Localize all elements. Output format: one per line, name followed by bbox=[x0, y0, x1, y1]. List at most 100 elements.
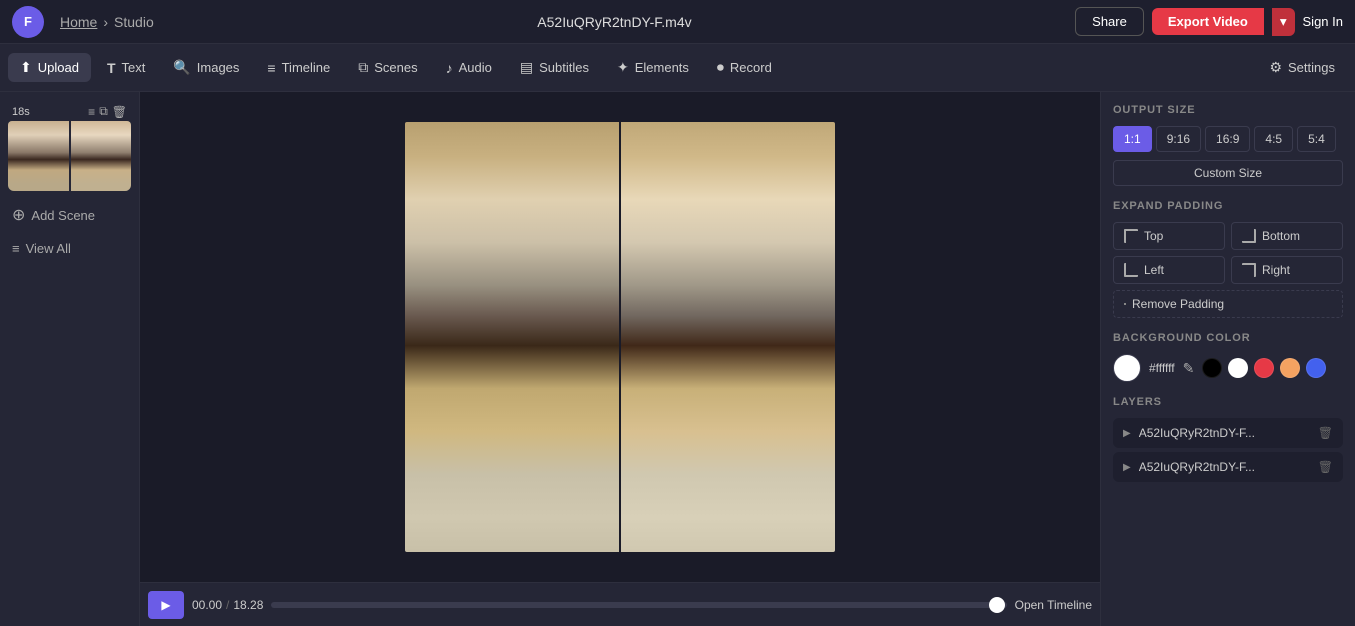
left-corner-icon bbox=[1124, 263, 1138, 277]
breadcrumb-home[interactable]: Home bbox=[60, 14, 97, 30]
upload-icon: ⬆ bbox=[20, 59, 32, 76]
video-left bbox=[405, 122, 619, 552]
color-hex-value: #ffffff bbox=[1149, 361, 1175, 375]
play-button[interactable]: ▶ bbox=[148, 591, 184, 619]
remove-padding-button[interactable]: Remove Padding bbox=[1113, 290, 1343, 318]
swatch-red[interactable] bbox=[1254, 358, 1274, 378]
layer-play-icon: ▶ bbox=[1123, 428, 1131, 439]
settings-icon: ⚙ bbox=[1269, 59, 1282, 76]
signin-button[interactable]: Sign In bbox=[1303, 14, 1343, 29]
size-btn-1-1[interactable]: 1:1 bbox=[1113, 126, 1152, 152]
main-area: 18s ≡ ⧉ 🗑 ⊕ Add Scene ≡ View bbox=[0, 92, 1355, 626]
layer-name-1: A52IuQRyR2tnDY-F... bbox=[1139, 426, 1310, 440]
custom-size-button[interactable]: Custom Size bbox=[1113, 160, 1343, 186]
layers-title: LAYERS bbox=[1113, 396, 1343, 408]
add-scene-button[interactable]: ⊕ Add Scene bbox=[8, 199, 131, 231]
text-button[interactable]: T Text bbox=[95, 54, 157, 82]
images-button[interactable]: 🔍 Images bbox=[161, 53, 251, 82]
timeline-icon: ≡ bbox=[267, 60, 275, 76]
export-button[interactable]: Export Video bbox=[1152, 8, 1264, 35]
layer-delete-button-1[interactable]: 🗑 bbox=[1318, 426, 1333, 440]
time-separator: / bbox=[226, 598, 229, 612]
canvas-area bbox=[140, 92, 1100, 582]
scene-thumb-2 bbox=[71, 121, 132, 191]
breadcrumb-separator: › bbox=[103, 14, 108, 30]
record-label: Record bbox=[730, 60, 772, 75]
swatch-black[interactable] bbox=[1202, 358, 1222, 378]
progress-bar[interactable] bbox=[271, 602, 1006, 608]
scene-icons: ≡ ⧉ 🗑 bbox=[88, 104, 127, 119]
size-btn-5-4[interactable]: 5:4 bbox=[1297, 126, 1336, 152]
text-icon: T bbox=[107, 60, 116, 76]
layer-item[interactable]: ▶ A52IuQRyR2tnDY-F... 🗑 bbox=[1113, 418, 1343, 448]
bottom-corner-icon bbox=[1242, 229, 1256, 243]
size-btn-16-9[interactable]: 16:9 bbox=[1205, 126, 1250, 152]
total-time: 18.28 bbox=[233, 598, 263, 612]
right-label: Right bbox=[1262, 263, 1290, 277]
breadcrumb: Home › Studio bbox=[60, 14, 154, 30]
expand-bottom-button[interactable]: Bottom bbox=[1231, 222, 1343, 250]
layer-delete-button-2[interactable]: 🗑 bbox=[1318, 460, 1333, 474]
settings-button[interactable]: ⚙ Settings bbox=[1257, 53, 1347, 82]
elements-button[interactable]: ✦ Elements bbox=[605, 53, 701, 82]
record-button[interactable]: ⏺ Record bbox=[705, 53, 784, 82]
elements-icon: ✦ bbox=[617, 59, 629, 76]
scene-delete-icon[interactable]: 🗑 bbox=[112, 104, 127, 119]
scene-card[interactable]: 18s ≡ ⧉ 🗑 bbox=[8, 100, 131, 191]
header: F Home › Studio A52IuQRyR2tnDY-F.m4v Sha… bbox=[0, 0, 1355, 44]
top-corner-icon bbox=[1124, 229, 1138, 243]
size-buttons: 1:1 9:16 16:9 4:5 5:4 bbox=[1113, 126, 1343, 152]
scene-list-icon[interactable]: ≡ bbox=[88, 104, 95, 119]
record-icon: ⏺ bbox=[717, 59, 724, 76]
expand-right-button[interactable]: Right bbox=[1231, 256, 1343, 284]
progress-thumb[interactable] bbox=[989, 597, 1005, 613]
expand-left-button[interactable]: Left bbox=[1113, 256, 1225, 284]
layer-name-2: A52IuQRyR2tnDY-F... bbox=[1139, 460, 1310, 474]
video-right bbox=[621, 122, 835, 552]
scene-thumb-1 bbox=[8, 121, 69, 191]
color-swatches bbox=[1202, 358, 1326, 378]
remove-padding-label: Remove Padding bbox=[1132, 297, 1224, 311]
timeline-button[interactable]: ≡ Timeline bbox=[255, 54, 342, 82]
output-size-title: OUTPUT SIZE bbox=[1113, 104, 1343, 116]
left-panel: 18s ≡ ⧉ 🗑 ⊕ Add Scene ≡ View bbox=[0, 92, 140, 626]
subtitles-icon: ▤ bbox=[520, 59, 533, 76]
swatch-orange[interactable] bbox=[1280, 358, 1300, 378]
color-preview[interactable] bbox=[1113, 354, 1141, 382]
play-icon: ▶ bbox=[161, 598, 170, 612]
upload-button[interactable]: ⬆ Upload bbox=[8, 53, 91, 82]
audio-button[interactable]: ♪ Audio bbox=[434, 54, 504, 82]
share-button[interactable]: Share bbox=[1075, 7, 1144, 36]
open-timeline-button[interactable]: Open Timeline bbox=[1015, 598, 1092, 612]
view-all-label: View All bbox=[26, 241, 71, 256]
add-scene-icon: ⊕ bbox=[12, 205, 25, 225]
header-actions: Share Export Video ▾ Sign In bbox=[1075, 7, 1343, 36]
export-caret-button[interactable]: ▾ bbox=[1272, 8, 1295, 36]
size-btn-9-16[interactable]: 9:16 bbox=[1156, 126, 1201, 152]
scene-copy-icon[interactable]: ⧉ bbox=[99, 104, 108, 119]
subtitles-button[interactable]: ▤ Subtitles bbox=[508, 53, 601, 82]
left-label: Left bbox=[1144, 263, 1164, 277]
background-color-title: BACKGROUND COLOR bbox=[1113, 332, 1343, 344]
size-btn-4-5[interactable]: 4:5 bbox=[1254, 126, 1293, 152]
layer-item-2[interactable]: ▶ A52IuQRyR2tnDY-F... 🗑 bbox=[1113, 452, 1343, 482]
remove-padding-icon bbox=[1124, 303, 1126, 305]
view-all-icon: ≡ bbox=[12, 241, 20, 256]
breadcrumb-section: Studio bbox=[114, 14, 154, 30]
expand-top-button[interactable]: Top bbox=[1113, 222, 1225, 250]
scene-duration: 18s bbox=[12, 106, 30, 118]
scene-thumbnails bbox=[8, 121, 131, 191]
logo: F bbox=[12, 6, 44, 38]
view-all-button[interactable]: ≡ View All bbox=[8, 235, 131, 262]
text-label: Text bbox=[122, 60, 146, 75]
file-name: A52IuQRyR2tnDY-F.m4v bbox=[170, 14, 1059, 30]
scenes-label: Scenes bbox=[374, 60, 417, 75]
right-panel: OUTPUT SIZE 1:1 9:16 16:9 4:5 5:4 Custom… bbox=[1100, 92, 1355, 626]
scenes-button[interactable]: ⧉ Scenes bbox=[346, 53, 429, 82]
swatch-blue[interactable] bbox=[1306, 358, 1326, 378]
toolbar: ⬆ Upload T Text 🔍 Images ≡ Timeline ⧉ Sc… bbox=[0, 44, 1355, 92]
swatch-white[interactable] bbox=[1228, 358, 1248, 378]
timeline-label: Timeline bbox=[282, 60, 331, 75]
bottom-label: Bottom bbox=[1262, 229, 1300, 243]
eyedropper-button[interactable]: ✎ bbox=[1183, 360, 1195, 377]
